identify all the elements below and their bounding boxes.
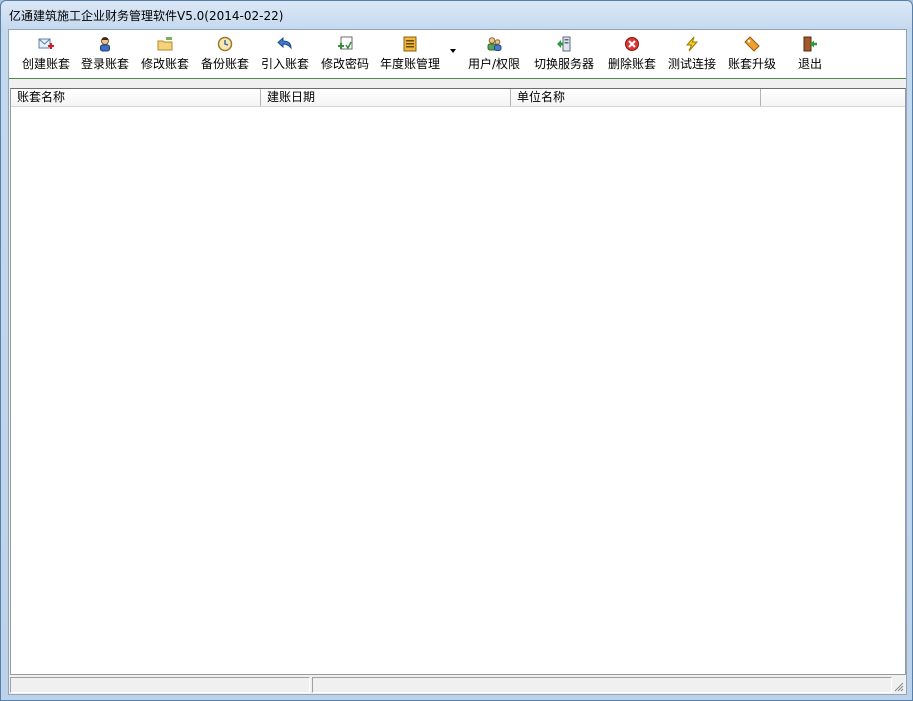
status-bar: [9, 675, 906, 694]
column-company-name[interactable]: 单位名称: [511, 89, 761, 106]
create-ledger-button[interactable]: 创建账套: [14, 32, 78, 76]
status-panel-left: [10, 677, 310, 693]
annual-ledger-dropdown-arrow[interactable]: [450, 49, 456, 53]
annual-ledger-label: 年度账管理: [379, 57, 440, 71]
main-window: 亿通建筑施工企业财务管理软件V5.0(2014-02-22) 创建账套 登录账套…: [0, 0, 913, 701]
annual-book-icon: [403, 36, 417, 52]
annual-ledger-button[interactable]: 年度账管理: [375, 32, 445, 76]
edit-ledger-icon: [157, 37, 173, 51]
test-connection-button[interactable]: 测试连接: [661, 32, 723, 76]
delete-icon: [625, 37, 639, 51]
window-title: 亿通建筑施工企业财务管理软件V5.0(2014-02-22): [9, 9, 284, 23]
column-filler: [761, 89, 905, 106]
toolbar: 创建账套 登录账套 修改账套 备份账套 引入账套 修改密码 年度账管理 用户/权…: [9, 30, 906, 79]
change-password-icon: [338, 36, 353, 50]
login-ledger-label: 登录账套: [80, 57, 129, 71]
client-area: 创建账套 登录账套 修改账套 备份账套 引入账套 修改密码 年度账管理 用户/权…: [8, 29, 907, 695]
resize-grip-icon[interactable]: [894, 682, 904, 692]
login-user-icon: [100, 37, 110, 52]
delete-ledger-button[interactable]: 删除账套: [601, 32, 663, 76]
change-password-button[interactable]: 修改密码: [315, 32, 375, 76]
create-ledger-label: 创建账套: [21, 57, 70, 71]
column-ledger-name[interactable]: 账套名称: [11, 89, 261, 106]
ledger-list[interactable]: 账套名称 建账日期 单位名称: [10, 88, 906, 675]
tag-upgrade-icon: [744, 36, 760, 52]
delete-ledger-label: 删除账套: [607, 57, 656, 71]
backup-ledger-label: 备份账套: [200, 57, 249, 71]
switch-server-label: 切换服务器: [533, 57, 594, 71]
exit-button[interactable]: 退出: [789, 32, 831, 76]
import-arrow-icon: [277, 36, 292, 50]
edit-ledger-button[interactable]: 修改账套: [135, 32, 195, 76]
change-password-label: 修改密码: [320, 57, 369, 71]
server-switch-icon: [557, 36, 571, 52]
switch-server-button[interactable]: 切换服务器: [531, 32, 597, 76]
exit-label: 退出: [797, 57, 822, 71]
upgrade-ledger-label: 账套升级: [727, 57, 776, 71]
users-permissions-label: 用户/权限: [467, 57, 521, 71]
users-permissions-button[interactable]: 用户/权限: [461, 32, 527, 76]
edit-ledger-label: 修改账套: [140, 57, 189, 71]
lightning-icon: [685, 36, 699, 52]
exit-door-icon: [803, 36, 817, 52]
toolbar-spacer: [9, 79, 906, 88]
upgrade-ledger-button[interactable]: 账套升级: [721, 32, 783, 76]
column-created-date[interactable]: 建账日期: [261, 89, 511, 106]
test-connection-label: 测试连接: [667, 57, 716, 71]
backup-ledger-button[interactable]: 备份账套: [195, 32, 255, 76]
import-ledger-button[interactable]: 引入账套: [255, 32, 315, 76]
create-ledger-icon: [38, 38, 54, 49]
import-ledger-label: 引入账套: [260, 57, 309, 71]
backup-clock-icon: [217, 36, 233, 52]
list-header: 账套名称 建账日期 单位名称: [11, 89, 905, 107]
login-ledger-button[interactable]: 登录账套: [75, 32, 135, 76]
users-icon: [487, 37, 502, 51]
status-panel-right: [312, 677, 892, 693]
title-bar[interactable]: 亿通建筑施工企业财务管理软件V5.0(2014-02-22): [1, 1, 912, 29]
